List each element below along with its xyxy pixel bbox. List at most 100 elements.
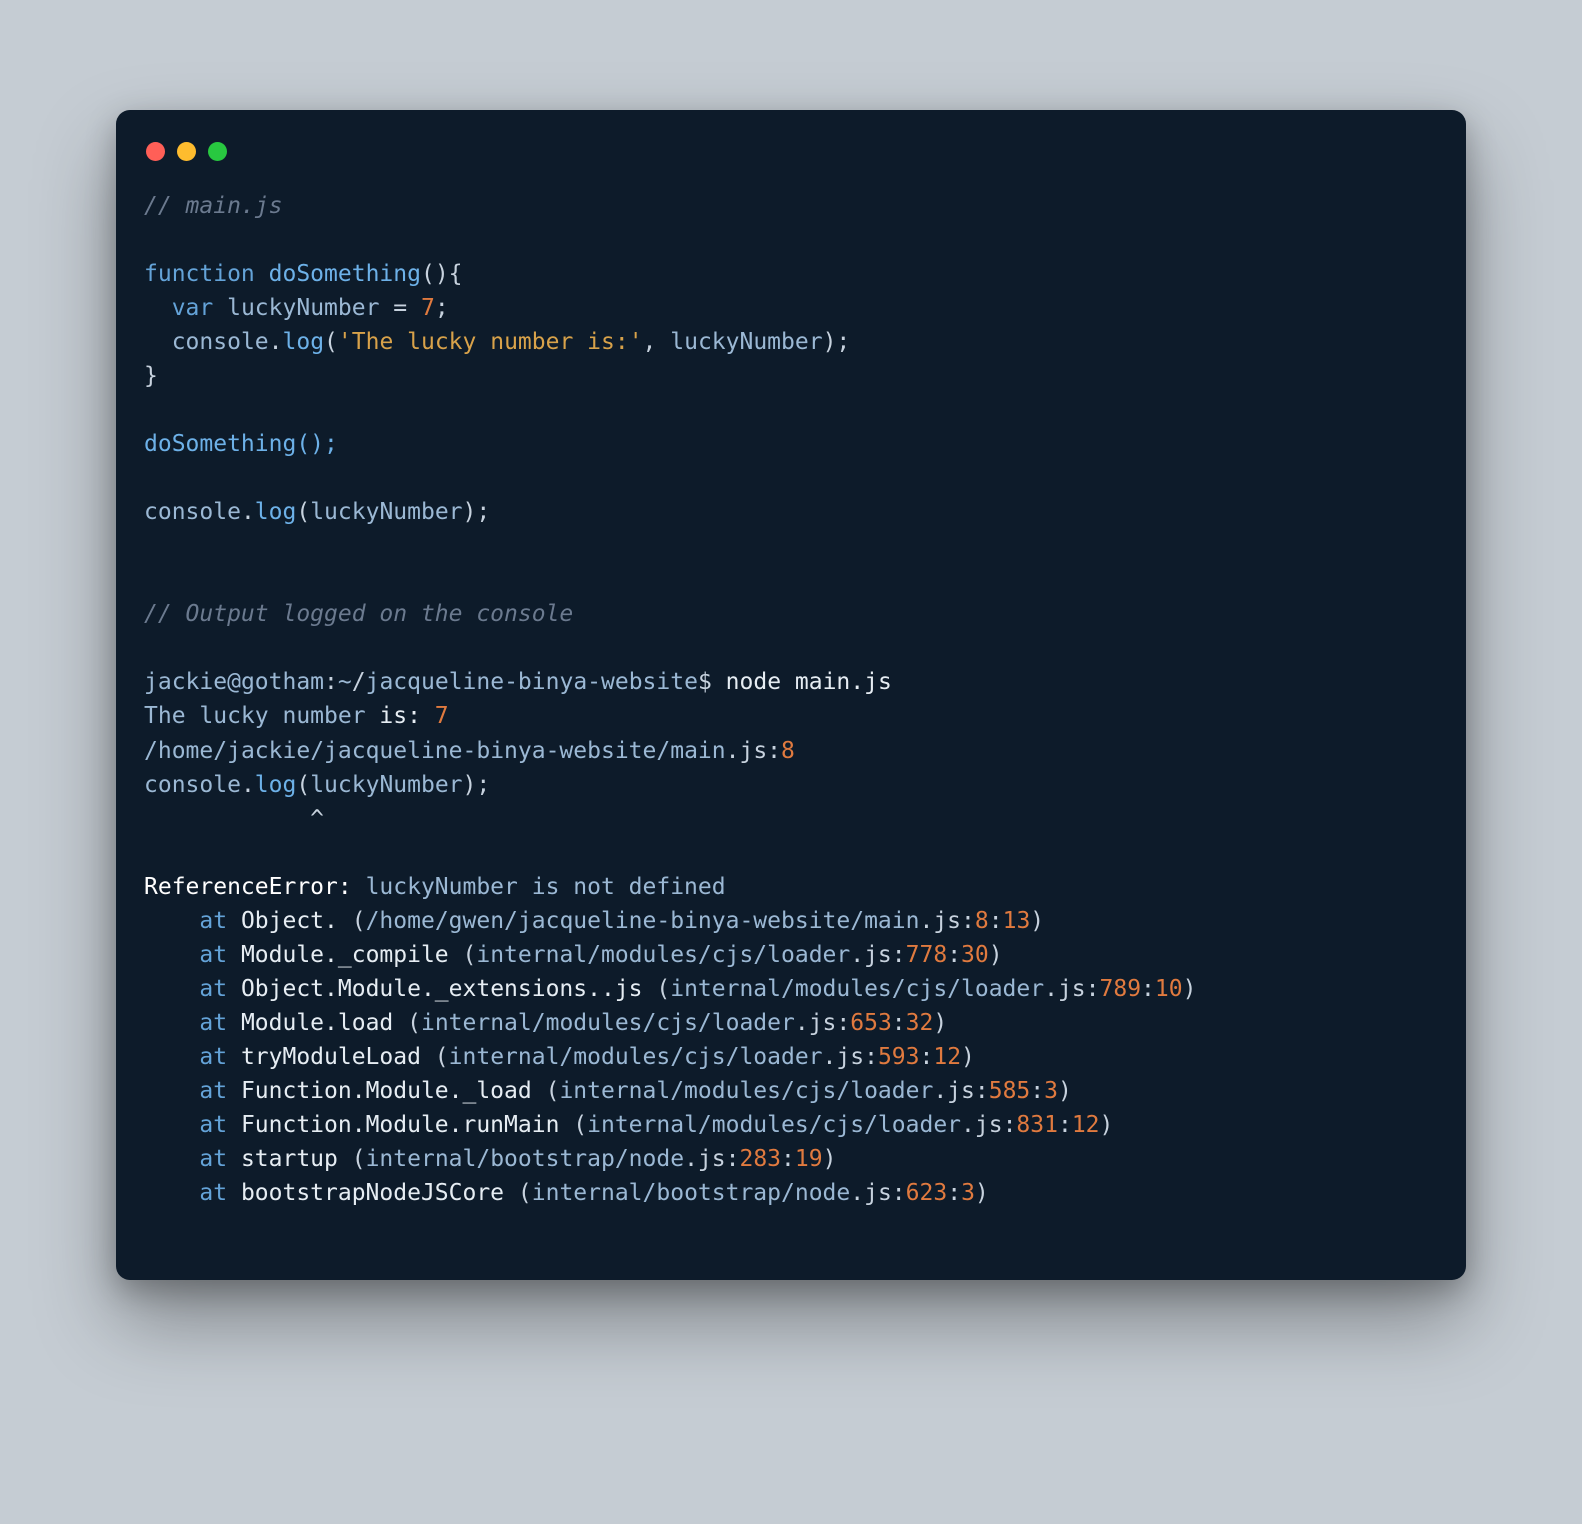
punct: ( [421,1044,449,1070]
punct: : [864,1044,878,1070]
punct: ) [1058,1078,1072,1104]
fn-log: log [255,499,297,525]
punct: , [643,329,671,355]
punct: ( [338,908,366,934]
terminal-window: // main.js function doSomething(){ var l… [116,110,1466,1280]
punct: .js [726,738,768,764]
punct: ( [504,1180,532,1206]
ident-lucky: luckyNumber [227,295,379,321]
err-console: console [144,772,241,798]
punct: ( [296,499,310,525]
stack-at: at [199,1044,241,1070]
punct: ); [463,499,491,525]
zoom-icon[interactable] [208,142,227,161]
prompt-dollar: $ [698,669,712,695]
stack-at: at [199,1180,241,1206]
error-type: ReferenceError: [144,874,366,900]
punct: : [919,1044,933,1070]
stack-method: Module._load [366,1078,532,1104]
punct: ); [463,772,491,798]
punct: : [1058,1112,1072,1138]
err-lucky: luckyNumber [310,772,462,798]
minimize-icon[interactable] [177,142,196,161]
stack-col: 3 [1044,1078,1058,1104]
stack-path: /home/gwen/jacqueline-binya-website/main [366,908,920,934]
stack-line: 789 [1100,976,1142,1002]
punct: .js [933,1078,975,1104]
stack-col: 13 [1003,908,1031,934]
punct: ) [1100,1112,1114,1138]
ident-lucky: luckyNumber [310,499,462,525]
punct: ; [435,295,449,321]
stack-at: at [199,908,241,934]
stack-line: 8 [975,908,989,934]
stack-line: 778 [906,942,948,968]
punct: : [892,1180,906,1206]
punct: : [892,942,906,968]
stack-loc: Module. [241,1010,338,1036]
stack-method: Module.runMain [366,1112,560,1138]
kw-var: var [172,295,214,321]
stack-col: 30 [961,942,989,968]
punct: ( [393,1010,421,1036]
punct: ( [643,976,671,1002]
output-line: The lucky number [144,703,379,729]
err-caret: ^ [144,806,324,832]
stack-line: 283 [739,1146,781,1172]
punct: ( [296,772,310,798]
stack-path: internal/modules/cjs/loader [559,1078,933,1104]
punct: ( [449,942,477,968]
stack-line: 623 [906,1180,948,1206]
punct: . [241,499,255,525]
window-titlebar [144,136,1438,189]
punct: : [726,1146,740,1172]
punct: : [989,908,1003,934]
fn-name: doSomething [269,261,421,287]
punct: .js [919,908,961,934]
stack-at: at [199,976,241,1002]
punct: ) [933,1010,947,1036]
err-path: /jacqueline-binya-website [310,738,656,764]
punct: (){ [421,261,463,287]
err-line-no: 8 [781,738,795,764]
stack-method: Module._extensions..js [338,976,643,1002]
stack-path: internal/modules/cjs/loader [449,1044,823,1070]
punct: : [836,1010,850,1036]
punct: } [144,363,158,389]
prompt-cwd: jacqueline-binya-website [366,669,698,695]
stack-line: 653 [850,1010,892,1036]
err-path: /jackie [213,738,310,764]
err-path: /main [656,738,725,764]
punct: ) [961,1044,975,1070]
output-number: 7 [435,703,449,729]
prompt-user: jackie [144,669,227,695]
err-log: log [255,772,297,798]
punct: ( [532,1078,560,1104]
stack-path: internal/modules/cjs/loader [476,942,850,968]
stack-line: 585 [989,1078,1031,1104]
stack-path: internal/modules/cjs/loader [421,1010,795,1036]
punct: / [352,669,366,695]
stack-at: at [199,942,241,968]
stack-line: 831 [1016,1112,1058,1138]
close-icon[interactable] [146,142,165,161]
kw-function: function [144,261,255,287]
prompt-command: node main.js [712,669,892,695]
punct: .js [850,1180,892,1206]
stack-path: internal/bootstrap/node [532,1180,851,1206]
punct: ); [823,329,851,355]
punct: .js [1044,976,1086,1002]
punct: : [1003,1112,1017,1138]
ident-lucky: luckyNumber [670,329,822,355]
punct: ( [559,1112,587,1138]
ident-console: console [144,499,241,525]
stack-loc: Object. [241,976,338,1002]
punct: : [1141,976,1155,1002]
string-literal: 'The lucky number is:' [338,329,643,355]
stack-method: load [338,1010,393,1036]
punct: ) [975,1180,989,1206]
stack-line: 593 [878,1044,920,1070]
stack-loc: Function. [241,1078,366,1104]
num-seven: 7 [421,295,435,321]
comment-filename: // main.js [144,193,282,219]
